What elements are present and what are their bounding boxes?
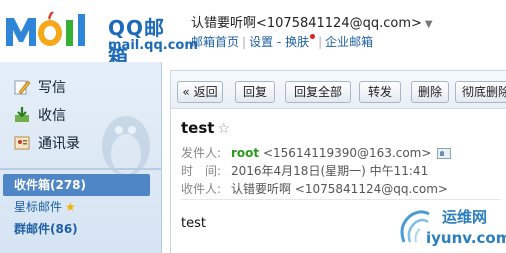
forward-button[interactable]: 转发 (359, 81, 401, 103)
time-value: 2016年4月18日(星期一) 中午11:41 (231, 164, 429, 178)
from-row: 发件人: root <15614119390@163.com> (181, 144, 452, 161)
delete-button[interactable]: 删除 (411, 81, 449, 103)
star-outline-icon[interactable]: ☆ (217, 121, 230, 137)
sender-name[interactable]: root (231, 146, 259, 160)
change-skin-link[interactable]: 换肤 (285, 35, 309, 49)
mail-subject: test ☆ (181, 119, 230, 137)
mail-logo-icon (6, 11, 85, 46)
reply-all-button[interactable]: 回复全部 (285, 81, 351, 103)
new-badge-dot (310, 34, 316, 39)
inbox-download-icon (13, 106, 31, 124)
site-watermark: 运维网 iyunv.com (396, 200, 506, 253)
folder-inbox[interactable]: 收件箱(278) (3, 174, 150, 196)
top-links: 邮箱首页 | 设置 - 换肤 | 企业邮箱 (191, 33, 373, 50)
link-separator: | (242, 35, 247, 49)
time-label: 时 间: (181, 164, 222, 178)
qq-mail-logo[interactable]: QQ邮箱 mail.qq.com (4, 6, 198, 69)
watermark-url: iyunv.com (426, 229, 506, 247)
compose-label: 写信 (38, 80, 66, 96)
time-row: 时 间: 2016年4月18日(星期一) 中午11:41 (181, 162, 428, 179)
caret-down-icon[interactable]: ▼ (425, 19, 433, 30)
folder-starred[interactable]: 星标邮件 ★ (0, 196, 162, 218)
sender-address: <15614119390@163.com> (262, 146, 432, 160)
recipient: 认错要听啊 <1075841124@qq.com> (231, 182, 448, 196)
header: QQ邮箱 mail.qq.com 认错要听啊<1075841124@qq.com… (0, 0, 506, 69)
folder-list: 收件箱(278) 星标邮件 ★ 群邮件(86) (0, 174, 162, 240)
contacts-button[interactable]: 通讯录 (13, 132, 80, 154)
enterprise-mail-link[interactable]: 企业邮箱 (325, 35, 373, 49)
address-book-icon (13, 134, 31, 152)
subject-text: test (181, 119, 215, 137)
folder-group-label: 群邮件(86) (14, 222, 78, 236)
folder-group[interactable]: 群邮件(86) (0, 218, 162, 240)
settings-link[interactable]: 设置 (249, 35, 273, 49)
account-menu[interactable]: 认错要听啊<1075841124@qq.com> ▼ (191, 12, 433, 31)
pencil-icon (13, 78, 31, 96)
from-label: 发件人: (181, 146, 222, 160)
reply-button[interactable]: 回复 (235, 81, 275, 103)
contacts-label: 通讯录 (38, 136, 80, 152)
logo-subtitle: mail.qq.com (108, 38, 198, 53)
to-label: 收件人: (181, 182, 222, 196)
star-icon: ★ (65, 200, 76, 214)
account-label: 认错要听啊<1075841124@qq.com> (191, 16, 422, 31)
mail-body: test (181, 216, 206, 231)
compose-button[interactable]: 写信 (13, 76, 66, 98)
watermark-name: 运维网 (442, 208, 488, 226)
permanent-delete-button[interactable]: 彻底删除 (455, 81, 506, 103)
mailbox-home-link[interactable]: 邮箱首页 (191, 35, 239, 49)
folder-starred-label: 星标邮件 (14, 200, 63, 214)
back-button[interactable]: « 返回 (177, 81, 223, 103)
mail-toolbar: « 返回 回复 回复全部 转发 删除 彻底删除 (171, 71, 506, 109)
contact-card-icon[interactable] (437, 148, 452, 159)
link-separator: | (318, 35, 323, 49)
receive-button[interactable]: 收信 (13, 104, 66, 126)
to-row: 收件人: 认错要听啊 <1075841124@qq.com> (181, 180, 448, 197)
sidebar: 写信 收信 通讯录 收件箱(278) 星标邮件 ★ 群邮件(86) (0, 62, 162, 253)
sidebar-divider (0, 168, 162, 170)
link-dash: - (276, 35, 282, 49)
folder-inbox-label: 收件箱(278) (14, 178, 87, 192)
receive-label: 收信 (38, 108, 66, 124)
